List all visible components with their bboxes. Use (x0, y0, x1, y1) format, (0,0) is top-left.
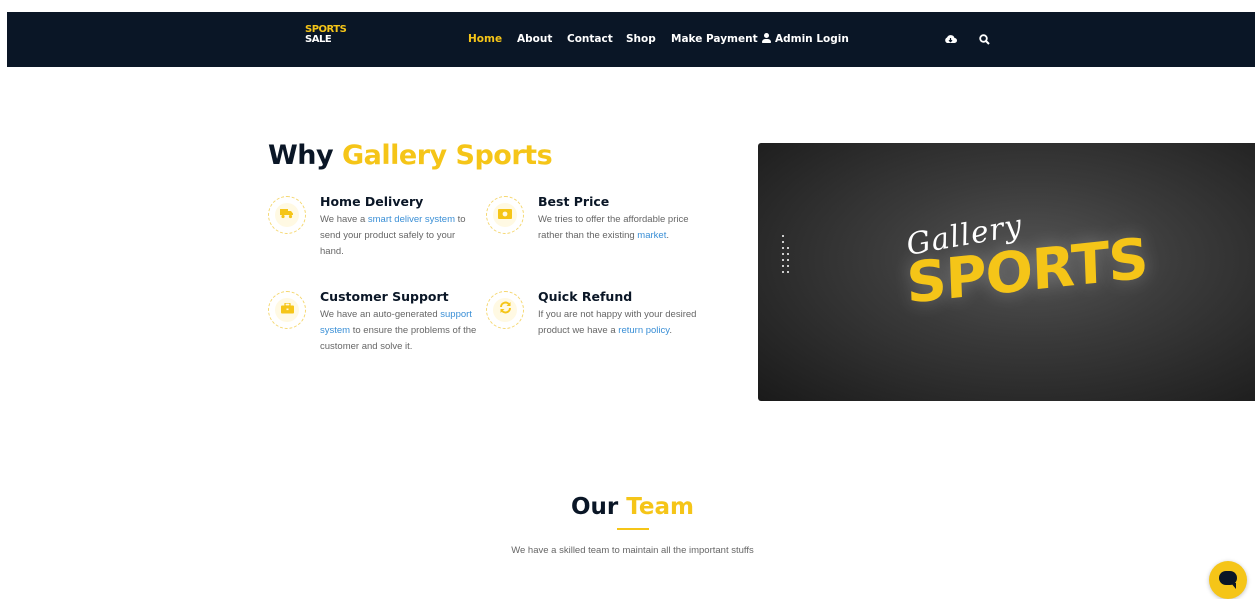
team-title-underline (617, 528, 649, 530)
feature-link[interactable]: smart deliver system (368, 214, 455, 225)
feature-text: We tries to offer the affordable price r… (538, 212, 698, 244)
feature-icon-circle (268, 291, 306, 329)
feature-text-post: . (669, 325, 672, 336)
briefcase-icon (280, 301, 294, 319)
feature-text-post: . (666, 230, 669, 241)
feature-link[interactable]: market (637, 230, 666, 241)
feature-text: We have an auto-generated support system… (320, 307, 480, 355)
chat-button[interactable] (1209, 561, 1247, 599)
feature-text-pre: We have a (320, 214, 368, 225)
gallery-sports-banner-image: Gallery SPORTS (758, 143, 1255, 401)
team-subtitle: We have a skilled team to maintain all t… (511, 545, 754, 556)
feature-text: If you are not happy with your desired p… (538, 307, 698, 339)
feature-link[interactable]: return policy (618, 325, 669, 336)
team-title-highlight: Team (626, 494, 695, 520)
nav-admin-login[interactable]: Admin Login (762, 12, 849, 67)
top-navbar: SPORTS SALE Home About Contact Shop Make… (7, 12, 1255, 67)
money-icon (498, 206, 512, 224)
why-title: Why Gallery Sports (268, 140, 553, 171)
why-title-prefix: Why (268, 140, 334, 171)
why-title-highlight: Gallery Sports (342, 140, 553, 171)
nav-shop[interactable]: Shop (626, 12, 656, 67)
cloud-download-icon[interactable] (944, 32, 957, 50)
team-title-prefix: Our (570, 494, 619, 520)
feature-text-pre: We have an auto-generated (320, 309, 441, 320)
chat-icon (1219, 571, 1237, 589)
nav-home[interactable]: Home (468, 12, 502, 67)
user-icon (762, 33, 771, 43)
team-title: Our Team (0, 494, 1255, 520)
feature-title: Best Price (538, 194, 610, 209)
feature-text: We have a smart deliver system to send y… (320, 212, 480, 260)
nav-about[interactable]: About (517, 12, 552, 67)
feature-icon-circle (268, 196, 306, 234)
feature-icon-circle (486, 291, 524, 329)
logo-line2: SALE (305, 34, 332, 45)
feature-icon-circle (486, 196, 524, 234)
site-logo[interactable]: SPORTS SALE (300, 23, 347, 57)
nav-contact[interactable]: Contact (567, 12, 613, 67)
search-icon[interactable] (979, 32, 990, 50)
refresh-icon (499, 301, 512, 319)
nav-make-payment[interactable]: Make Payment (671, 12, 758, 67)
dots-decoration (782, 235, 796, 283)
feature-title: Home Delivery (320, 194, 424, 209)
truck-icon (280, 206, 294, 224)
nav-admin-login-label: Admin Login (775, 33, 849, 45)
feature-title: Quick Refund (538, 289, 633, 304)
feature-title: Customer Support (320, 289, 449, 304)
